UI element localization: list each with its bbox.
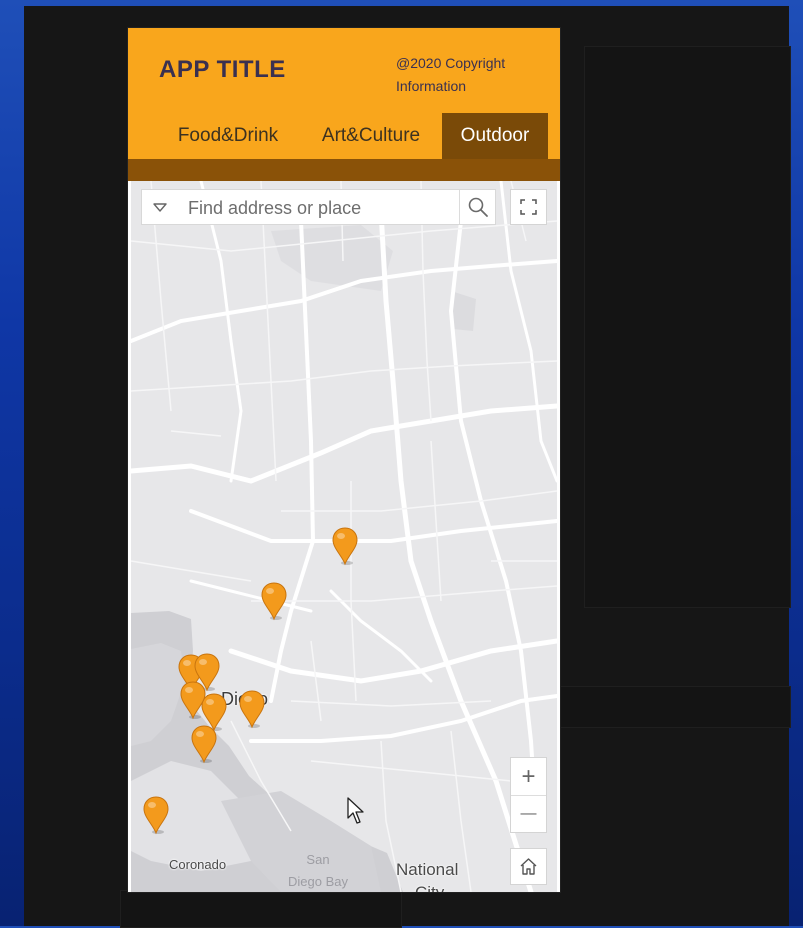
map-marker-icon[interactable] — [178, 680, 208, 720]
map-label-national-city-line1: National — [396, 860, 459, 879]
search-source-dropdown[interactable] — [142, 190, 178, 224]
map-label-bay-line1: San — [306, 852, 330, 867]
map-marker-icon[interactable] — [141, 795, 171, 835]
map-marker-icon[interactable] — [189, 724, 219, 764]
zoom-control: + — — [510, 757, 547, 833]
tab-art-culture[interactable]: Art&Culture — [304, 113, 438, 159]
map-view[interactable]: + — San Diego Coronado San Diego Bay Nat… — [131, 181, 557, 892]
tab-outdoor[interactable]: Outdoor — [442, 113, 548, 159]
home-button[interactable] — [510, 848, 547, 885]
zoom-out-button[interactable]: — — [511, 796, 546, 832]
tab-food-drink[interactable]: Food&Drink — [158, 113, 298, 159]
app-window: APP TITLE @2020 Copyright Information Fo… — [128, 28, 560, 892]
zoom-in-button[interactable]: + — [511, 758, 546, 796]
search-box — [141, 189, 496, 225]
search-button[interactable] — [459, 190, 495, 224]
background-window-frame — [560, 686, 791, 728]
map-label-bay-line2: Diego Bay — [288, 874, 348, 889]
park-area — [271, 225, 393, 291]
mouse-pointer-icon — [347, 797, 364, 824]
search-icon — [468, 197, 488, 217]
background-window-frame — [120, 890, 402, 928]
park-area — [451, 291, 476, 331]
fullscreen-button[interactable] — [510, 189, 547, 225]
map-marker-icon[interactable] — [330, 526, 360, 566]
fullscreen-icon — [520, 199, 537, 215]
header-bottom-strip — [128, 159, 560, 181]
map-label-national-city-line2: City — [415, 883, 444, 892]
app-title: APP TITLE — [159, 56, 286, 83]
copyright-text: @2020 Copyright Information — [396, 55, 506, 94]
search-input[interactable] — [186, 192, 454, 224]
dropdown-triangle-icon — [153, 203, 167, 212]
map-label-coronado: Coronado — [169, 857, 227, 872]
map-marker-icon[interactable] — [237, 689, 267, 729]
background-window-frame — [584, 46, 791, 608]
category-tabs: Food&Drink Art&Culture Outdoor — [128, 113, 560, 159]
home-icon — [520, 858, 537, 875]
map-marker-icon[interactable] — [259, 581, 289, 621]
